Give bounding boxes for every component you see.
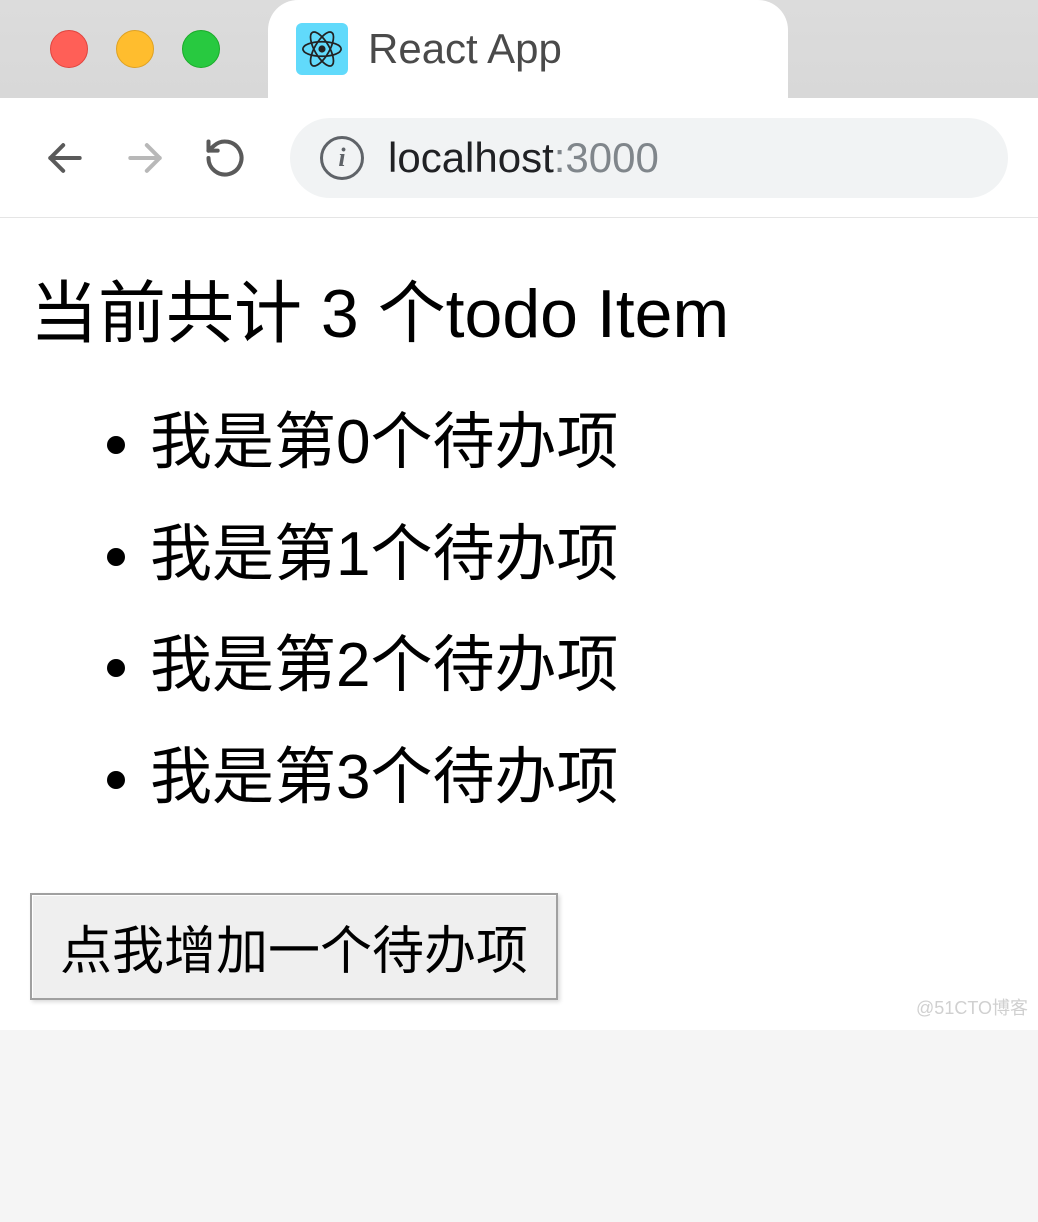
watermark: @51CTO博客 bbox=[916, 994, 1028, 1020]
list-item: 我是第1个待办项 bbox=[150, 499, 1008, 611]
url-host: localhost bbox=[388, 134, 554, 181]
url-port: :3000 bbox=[554, 134, 659, 181]
page-content: 当前共计 3 个todo Item 我是第0个待办项 我是第1个待办项 我是第2… bbox=[0, 218, 1038, 1030]
list-item: 我是第3个待办项 bbox=[150, 722, 1008, 834]
window-controls bbox=[50, 30, 220, 68]
list-item: 我是第2个待办项 bbox=[150, 610, 1008, 722]
tab-title: React App bbox=[368, 25, 562, 73]
forward-button[interactable] bbox=[110, 123, 180, 193]
address-bar: i localhost:3000 bbox=[0, 98, 1038, 218]
browser-window: React App i localhost:3000 当前共计 3 个todo bbox=[0, 0, 1038, 1030]
tab-bar: React App bbox=[0, 0, 1038, 98]
url-text: localhost:3000 bbox=[388, 134, 659, 182]
todo-list: 我是第0个待办项 我是第1个待办项 我是第2个待办项 我是第3个待办项 bbox=[30, 387, 1008, 833]
add-todo-button[interactable]: 点我增加一个待办项 bbox=[30, 893, 558, 1000]
react-favicon bbox=[296, 23, 348, 75]
todo-count-heading: 当前共计 3 个todo Item bbox=[30, 258, 1008, 357]
minimize-window-button[interactable] bbox=[116, 30, 154, 68]
reload-button[interactable] bbox=[190, 123, 260, 193]
site-info-icon[interactable]: i bbox=[320, 136, 364, 180]
browser-tab[interactable]: React App bbox=[268, 0, 788, 98]
back-button[interactable] bbox=[30, 123, 100, 193]
maximize-window-button[interactable] bbox=[182, 30, 220, 68]
list-item: 我是第0个待办项 bbox=[150, 387, 1008, 499]
close-window-button[interactable] bbox=[50, 30, 88, 68]
url-field[interactable]: i localhost:3000 bbox=[290, 118, 1008, 198]
